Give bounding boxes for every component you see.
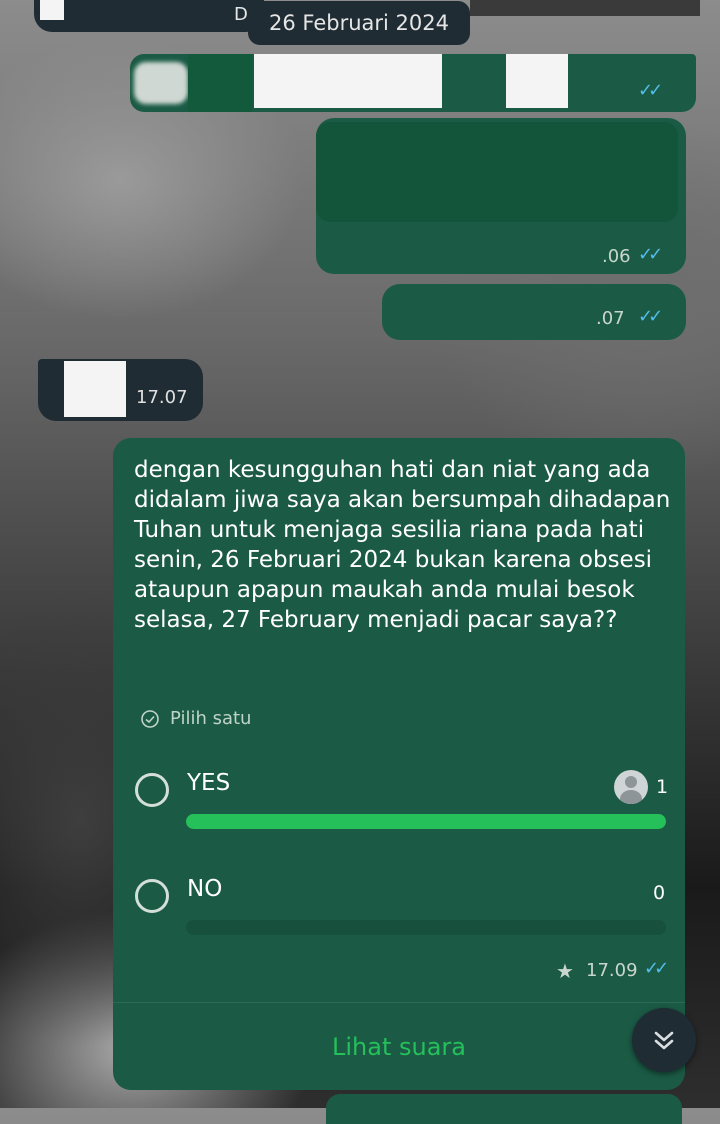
poll-option-no-bar <box>186 920 666 935</box>
message-time: 17.07 <box>136 387 188 408</box>
view-votes-button[interactable]: Lihat suara <box>113 1004 685 1090</box>
double-check-icon: ✓✓ <box>638 306 663 327</box>
poll-option-yes-bar <box>186 814 666 829</box>
redaction-block <box>40 0 64 20</box>
incoming-message[interactable]: 17.07 <box>38 359 203 421</box>
redaction-block <box>188 54 252 112</box>
double-check-icon: ✓✓ <box>638 244 663 265</box>
outgoing-message-next[interactable] <box>326 1094 682 1124</box>
poll-option-yes-count: 1 <box>656 776 669 798</box>
redaction-block <box>64 361 126 417</box>
outgoing-message-3[interactable]: .07 ✓✓ <box>382 284 686 340</box>
poll-hint: Pilih satu <box>140 708 251 729</box>
double-check-icon: ✓✓ <box>644 958 669 979</box>
incoming-text-fragment: D <box>234 4 248 25</box>
poll-option-no-label[interactable]: NO <box>187 876 222 902</box>
outgoing-message-2[interactable]: .06 ✓✓ <box>316 118 686 274</box>
poll-hint-label: Pilih satu <box>170 708 252 729</box>
incoming-bubble-top[interactable]: D <box>34 0 264 32</box>
poll-option-yes-label[interactable]: YES <box>187 770 230 796</box>
poll-option-yes-radio[interactable] <box>135 773 169 807</box>
poll-option-no-count: 0 <box>653 882 666 904</box>
double-check-icon: ✓✓ <box>638 80 663 101</box>
scroll-to-bottom-button[interactable] <box>632 1008 696 1072</box>
poll-question: dengan kesungguhan hati dan niat yang ad… <box>134 457 671 633</box>
redaction-block <box>254 54 442 108</box>
poll-divider <box>113 1002 685 1003</box>
message-time: .07 <box>596 308 625 329</box>
star-icon: ★ <box>556 959 574 983</box>
outgoing-message-1[interactable]: ✓✓ <box>130 54 696 112</box>
check-circle-icon <box>141 709 159 728</box>
poll-time: 17.09 <box>586 960 638 981</box>
redaction-block <box>134 62 188 104</box>
poll-option-yes-fill <box>186 814 666 829</box>
message-time: .06 <box>602 246 631 267</box>
avatar-icon <box>614 770 648 804</box>
date-chip: 26 Februari 2024 <box>248 1 470 45</box>
redaction-block <box>470 0 700 16</box>
redaction-block <box>506 54 568 108</box>
poll-option-no-radio[interactable] <box>135 879 169 913</box>
redaction-block <box>316 122 678 222</box>
chevron-double-down-icon <box>654 1031 674 1050</box>
